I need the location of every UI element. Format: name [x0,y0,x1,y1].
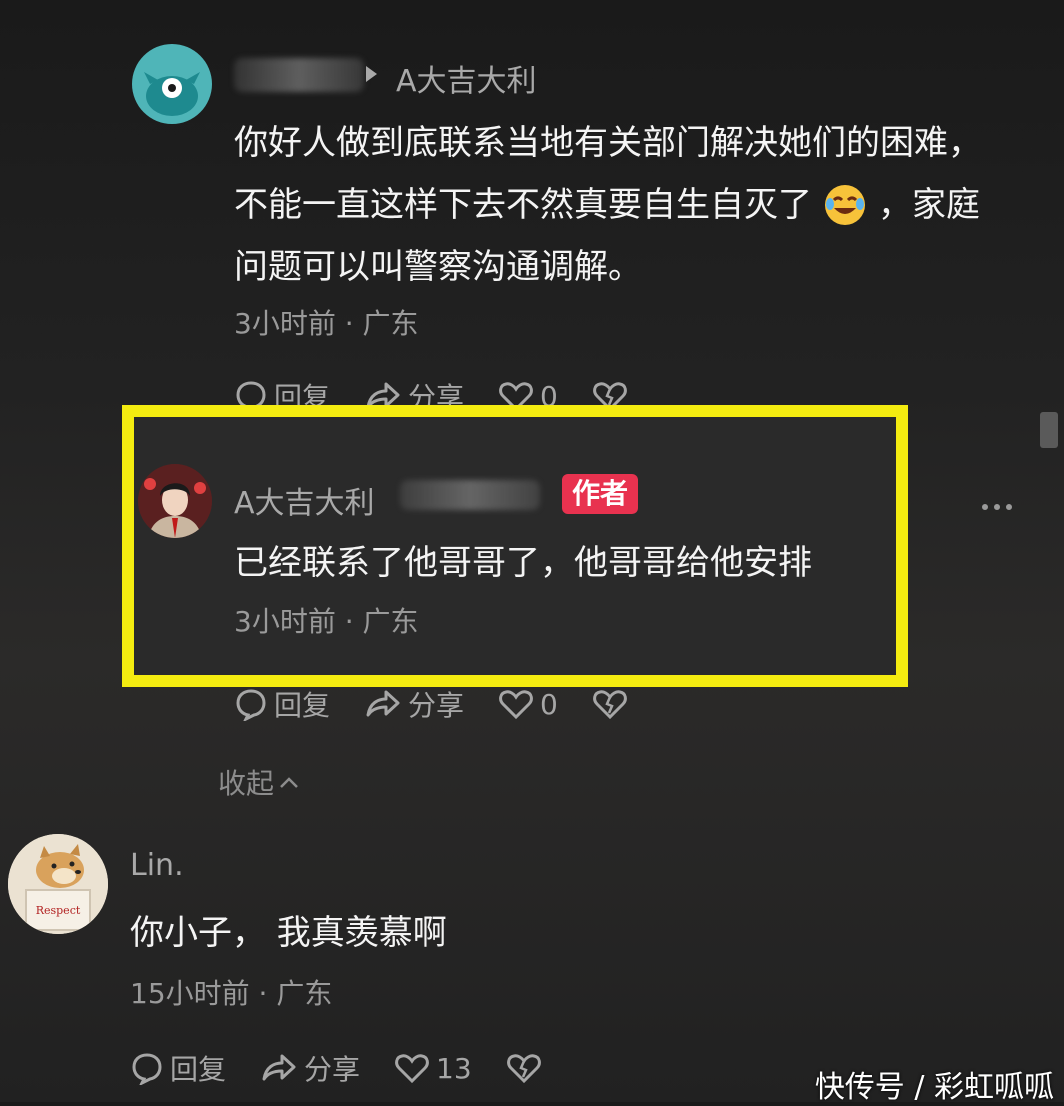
broken-heart-icon [506,1054,541,1084]
blurred-username [400,480,540,510]
comment-text: 已经联系了他哥哥了，他哥哥给他安排 [234,543,812,583]
avatar[interactable]: Respect [8,834,108,934]
more-options-icon[interactable] [982,504,1012,510]
comment-bubble-icon [132,1053,162,1085]
like-button[interactable]: 0 [498,687,558,721]
blurred-username [234,58,364,92]
username[interactable]: A大吉大利 [234,478,375,522]
share-arrow-icon [262,1054,296,1081]
comment-actions: 回复 分享 0 [234,684,668,724]
comment-text: 你好人做到底联系当地有关部门解决她们的困难， 不能一直这样下去不然真要自生自灭了… [234,123,982,287]
comment-actions: 回复 分享 13 [130,1048,582,1088]
dislike-button[interactable] [592,687,634,721]
dislike-button[interactable] [506,1051,548,1085]
comment-meta: 3小时前 · 广东 [234,307,419,340]
share-arrow-icon [366,690,400,717]
share-button[interactable]: 分享 [364,684,464,724]
svg-text:Respect: Respect [36,904,81,917]
comment-meta: 3小时前 · 广东 [234,605,419,638]
username[interactable]: Lin. [130,848,184,883]
share-button[interactable]: 分享 [260,1048,360,1088]
author-badge: 作者 [562,474,639,514]
comment-text: 你小子， 我真羡慕啊 [130,913,447,953]
dog-avatar-icon: Respect [8,834,108,934]
avatar[interactable] [132,44,212,124]
like-button[interactable]: 13 [394,1051,472,1085]
avatar[interactable] [138,464,212,538]
heart-icon [395,1054,429,1084]
reply-arrow-icon [366,66,377,82]
collapse-button[interactable]: 收起 [218,762,300,802]
laughing-emoji-icon [825,185,865,225]
heart-icon [499,690,533,720]
person-avatar-icon [138,464,212,538]
chevron-up-icon [280,777,298,788]
watermark: 快传号 / 彩虹呱呱 [814,1070,1054,1105]
reply-button[interactable]: 回复 [234,684,330,724]
monster-avatar-icon [144,72,200,116]
broken-heart-icon [592,690,627,720]
reply-to-username[interactable]: A大吉大利 [396,56,537,100]
comment-bubble-icon [236,689,266,721]
scrollbar-thumb[interactable] [1040,412,1058,448]
reply-button[interactable]: 回复 [130,1048,226,1088]
comment-meta: 15小时前 · 广东 [130,977,333,1010]
